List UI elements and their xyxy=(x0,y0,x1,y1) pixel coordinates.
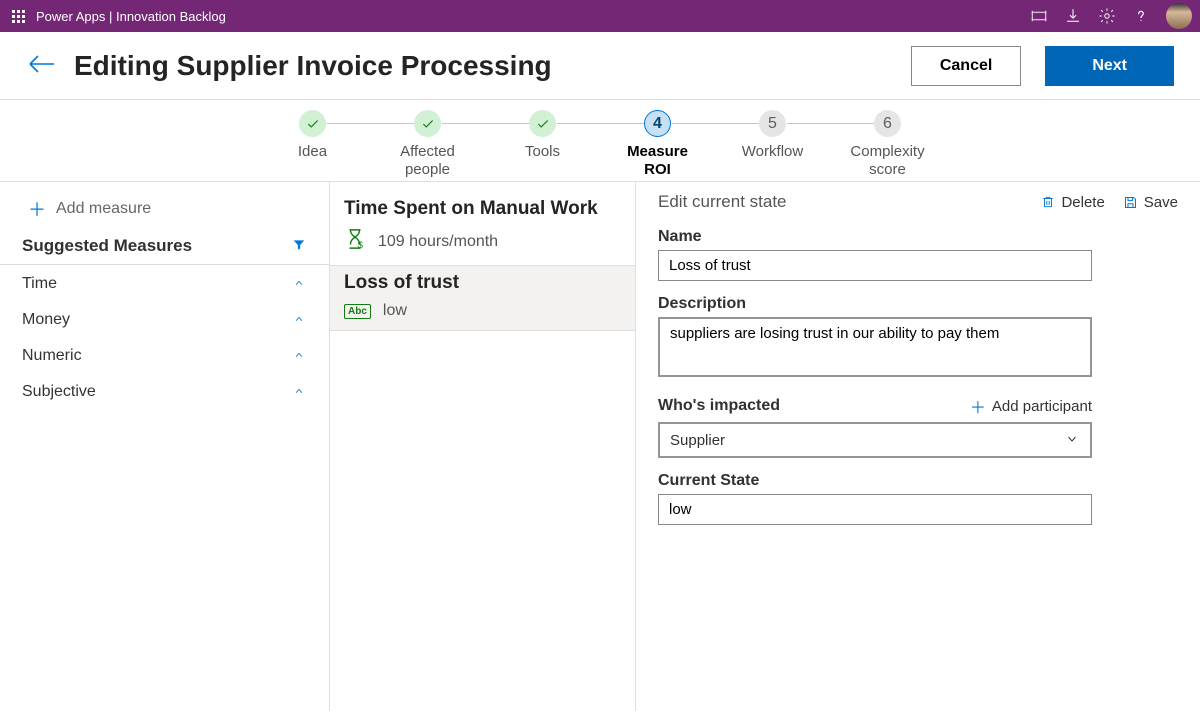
name-label: Name xyxy=(658,228,1178,246)
save-label: Save xyxy=(1144,194,1178,211)
topbar-title: Power Apps | Innovation Backlog xyxy=(36,9,226,24)
step-label: Tools xyxy=(525,143,560,161)
step-number: 5 xyxy=(759,110,786,137)
user-avatar[interactable] xyxy=(1166,3,1192,29)
measure-card-loss-of-trust[interactable]: Loss of trust Abc low xyxy=(330,265,635,331)
cancel-button[interactable]: Cancel xyxy=(911,46,1021,86)
svg-text:$: $ xyxy=(358,240,363,250)
add-participant-label: Add participant xyxy=(992,398,1092,415)
text-type-icon: Abc xyxy=(344,304,371,319)
edit-form: Edit current state Delete Save Name Desc… xyxy=(636,182,1200,711)
step-complexity-score[interactable]: 6 Complexity score xyxy=(830,110,945,179)
name-input[interactable] xyxy=(658,250,1092,281)
save-button[interactable]: Save xyxy=(1123,194,1178,211)
step-idea[interactable]: Idea xyxy=(255,110,370,161)
step-number: 4 xyxy=(644,110,671,137)
add-measure-button[interactable]: ＋ Add measure xyxy=(0,192,329,232)
chevron-up-icon xyxy=(291,347,307,365)
settings-icon[interactable] xyxy=(1098,7,1116,25)
plus-icon: ＋ xyxy=(970,394,986,418)
stepper: Idea Affected people Tools 4 Measure ROI… xyxy=(0,100,1200,182)
step-affected-people[interactable]: Affected people xyxy=(370,110,485,179)
step-label: Complexity score xyxy=(850,143,924,179)
filter-icon[interactable] xyxy=(291,238,307,255)
cat-label: Money xyxy=(22,311,70,329)
back-arrow-icon[interactable] xyxy=(26,52,58,79)
step-label: Affected people xyxy=(400,143,455,179)
step-tools[interactable]: Tools xyxy=(485,110,600,161)
fit-icon[interactable] xyxy=(1030,7,1048,25)
step-measure-roi[interactable]: 4 Measure ROI xyxy=(600,110,715,179)
delete-button[interactable]: Delete xyxy=(1041,194,1104,211)
category-numeric[interactable]: Numeric xyxy=(0,337,329,373)
chevron-up-icon xyxy=(291,383,307,401)
chevron-down-icon xyxy=(1064,432,1080,449)
delete-label: Delete xyxy=(1061,194,1104,211)
add-participant-button[interactable]: ＋ Add participant xyxy=(970,394,1092,418)
select-value: Supplier xyxy=(670,432,725,449)
chevron-up-icon xyxy=(291,275,307,293)
titlebar: Editing Supplier Invoice Processing Canc… xyxy=(0,32,1200,100)
suggested-measures-header: Suggested Measures xyxy=(0,232,329,265)
topbar: Power Apps | Innovation Backlog xyxy=(0,0,1200,32)
current-state-label: Current State xyxy=(658,472,1178,490)
help-icon[interactable] xyxy=(1132,7,1150,25)
add-measure-label: Add measure xyxy=(56,200,151,218)
download-icon[interactable] xyxy=(1064,7,1082,25)
plus-icon: ＋ xyxy=(28,196,46,222)
step-number: 6 xyxy=(874,110,901,137)
who-impacted-label: Who's impacted xyxy=(658,397,780,415)
step-label: Measure ROI xyxy=(627,143,688,179)
left-sidebar: ＋ Add measure Suggested Measures Time Mo… xyxy=(0,182,330,711)
category-money[interactable]: Money xyxy=(0,301,329,337)
edit-header: Edit current state xyxy=(658,192,787,212)
current-state-input[interactable] xyxy=(658,494,1092,525)
measure-card-time-spent[interactable]: Time Spent on Manual Work $ 109 hours/mo… xyxy=(330,192,635,265)
page-title: Editing Supplier Invoice Processing xyxy=(74,50,552,82)
category-time[interactable]: Time xyxy=(0,265,329,301)
cat-label: Time xyxy=(22,275,57,293)
step-label: Idea xyxy=(298,143,327,161)
step-workflow[interactable]: 5 Workflow xyxy=(715,110,830,161)
card-title: Time Spent on Manual Work xyxy=(344,198,623,220)
who-impacted-select[interactable]: Supplier xyxy=(658,422,1092,458)
suggested-title: Suggested Measures xyxy=(22,236,192,256)
main-content: ＋ Add measure Suggested Measures Time Mo… xyxy=(0,182,1200,711)
cat-label: Numeric xyxy=(22,347,82,365)
card-title: Loss of trust xyxy=(344,272,623,294)
measure-list: Time Spent on Manual Work $ 109 hours/mo… xyxy=(330,182,636,711)
description-textarea[interactable] xyxy=(658,317,1092,377)
app-launcher-icon[interactable] xyxy=(8,6,28,27)
next-button[interactable]: Next xyxy=(1045,46,1174,86)
card-subtitle: 109 hours/month xyxy=(378,233,498,251)
category-subjective[interactable]: Subjective xyxy=(0,373,329,409)
chevron-up-icon xyxy=(291,311,307,329)
description-label: Description xyxy=(658,295,1178,313)
hourglass-icon: $ xyxy=(344,228,366,255)
step-label: Workflow xyxy=(742,143,803,161)
cat-label: Subjective xyxy=(22,383,96,401)
card-subtitle: low xyxy=(383,302,407,320)
